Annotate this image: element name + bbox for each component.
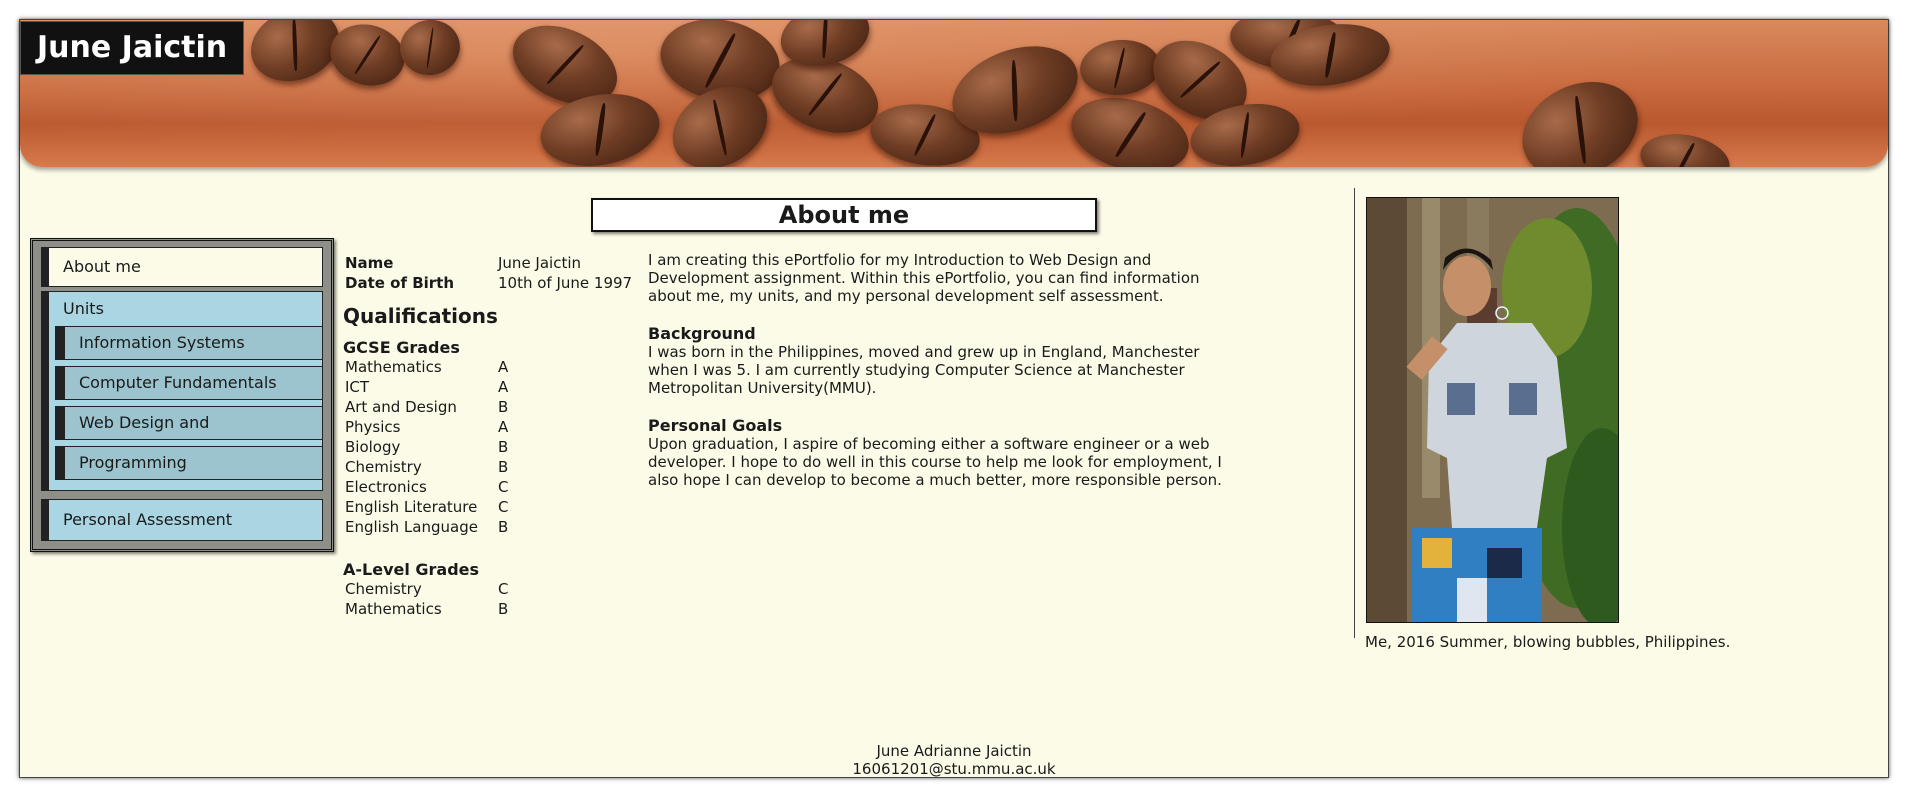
dob-value: 10th of June 1997 [498,274,633,292]
photo-caption: Me, 2016 Summer, blowing bubbles, Philip… [1365,633,1731,651]
alevel-grade: B [498,600,509,618]
sidebar-nav: About me Units Information Systems Compu… [30,238,334,552]
intro-line: about me, my units, and my personal deve… [648,287,1164,305]
alevel-grade: C [498,580,509,598]
gcse-subject: Art and Design [345,398,457,416]
gcse-subject: Chemistry [345,458,422,476]
nav-item-computer-fundamentals[interactable]: Computer Fundamentals [55,366,323,400]
gcse-subject: Biology [345,438,401,456]
name-label: Name [345,254,394,272]
coffee-bean-image [395,20,465,80]
alevel-heading: A-Level Grades [343,560,480,579]
gcse-subject: Mathematics [345,358,442,376]
qualifications-heading: Qualifications [343,304,498,328]
background-line: I was born in the Philippines, moved and… [648,343,1200,361]
gcse-grade: A [498,418,509,436]
goals-heading: Personal Goals [648,416,783,435]
gcse-grade: B [498,458,509,476]
nav-item-about-me[interactable]: About me [41,247,323,287]
page-container: June Jaictin About me About me Units Inf… [19,19,1889,778]
gcse-subject: English Language [345,518,478,536]
gcse-subject: ICT [345,378,370,396]
gcse-heading: GCSE Grades [343,338,460,357]
nav-item-information-systems[interactable]: Information Systems [55,326,323,360]
intro-line: Development assignment. Within this ePor… [648,269,1200,287]
column-divider [1354,188,1355,638]
nav-item-programming[interactable]: Programming [55,446,323,480]
alevel-subject: Chemistry [345,580,422,598]
gcse-grade: B [498,398,509,416]
dob-label: Date of Birth [345,274,455,292]
nav-item-web-design[interactable]: Web Design and Development [55,406,323,464]
site-title: June Jaictin [20,21,245,75]
alevel-subject: Mathematics [345,600,442,618]
nav-units-label: Units [63,299,104,318]
coffee-bean-image [1506,63,1654,167]
gcse-grade: A [498,378,509,396]
gcse-subject: Electronics [345,478,427,496]
background-heading: Background [648,324,756,343]
profile-photo [1366,197,1619,623]
intro-line: I am creating this ePortfolio for my Int… [648,251,1152,269]
footer-email: 16061201@stu.mmu.ac.uk [852,760,1056,778]
gcse-grade: B [498,438,509,456]
gcse-subject: English Literature [345,498,478,516]
coffee-bean-banner: June Jaictin [20,20,1888,167]
photo-illustration [1367,198,1618,622]
page-heading: About me [591,198,1097,232]
background-line: Metropolitan University(MMU). [648,379,877,397]
goals-line: developer. I hope to do well in this cou… [648,453,1222,471]
background-line: when I was 5. I am currently studying Co… [648,361,1185,379]
goals-line: Upon graduation, I aspire of becoming ei… [648,435,1210,453]
nav-item-personal-assessment[interactable]: Personal Assessment [41,499,323,541]
gcse-grade: C [498,478,509,496]
footer-name: June Adrianne Jaictin [876,742,1032,760]
gcse-grade: A [498,358,509,376]
nav-item-units[interactable]: Units Information Systems Computer Funda… [41,291,323,491]
gcse-grade: C [498,498,509,516]
gcse-subject: Physics [345,418,401,436]
coffee-bean-image [1636,127,1734,167]
coffee-bean-image [1077,36,1163,99]
gcse-grade: B [498,518,509,536]
name-value: June Jaictin [498,254,582,272]
about-text-column: I am creating this ePortfolio for my Int… [648,251,1248,489]
goals-line: also hope I can develop to become a much… [648,471,1222,489]
